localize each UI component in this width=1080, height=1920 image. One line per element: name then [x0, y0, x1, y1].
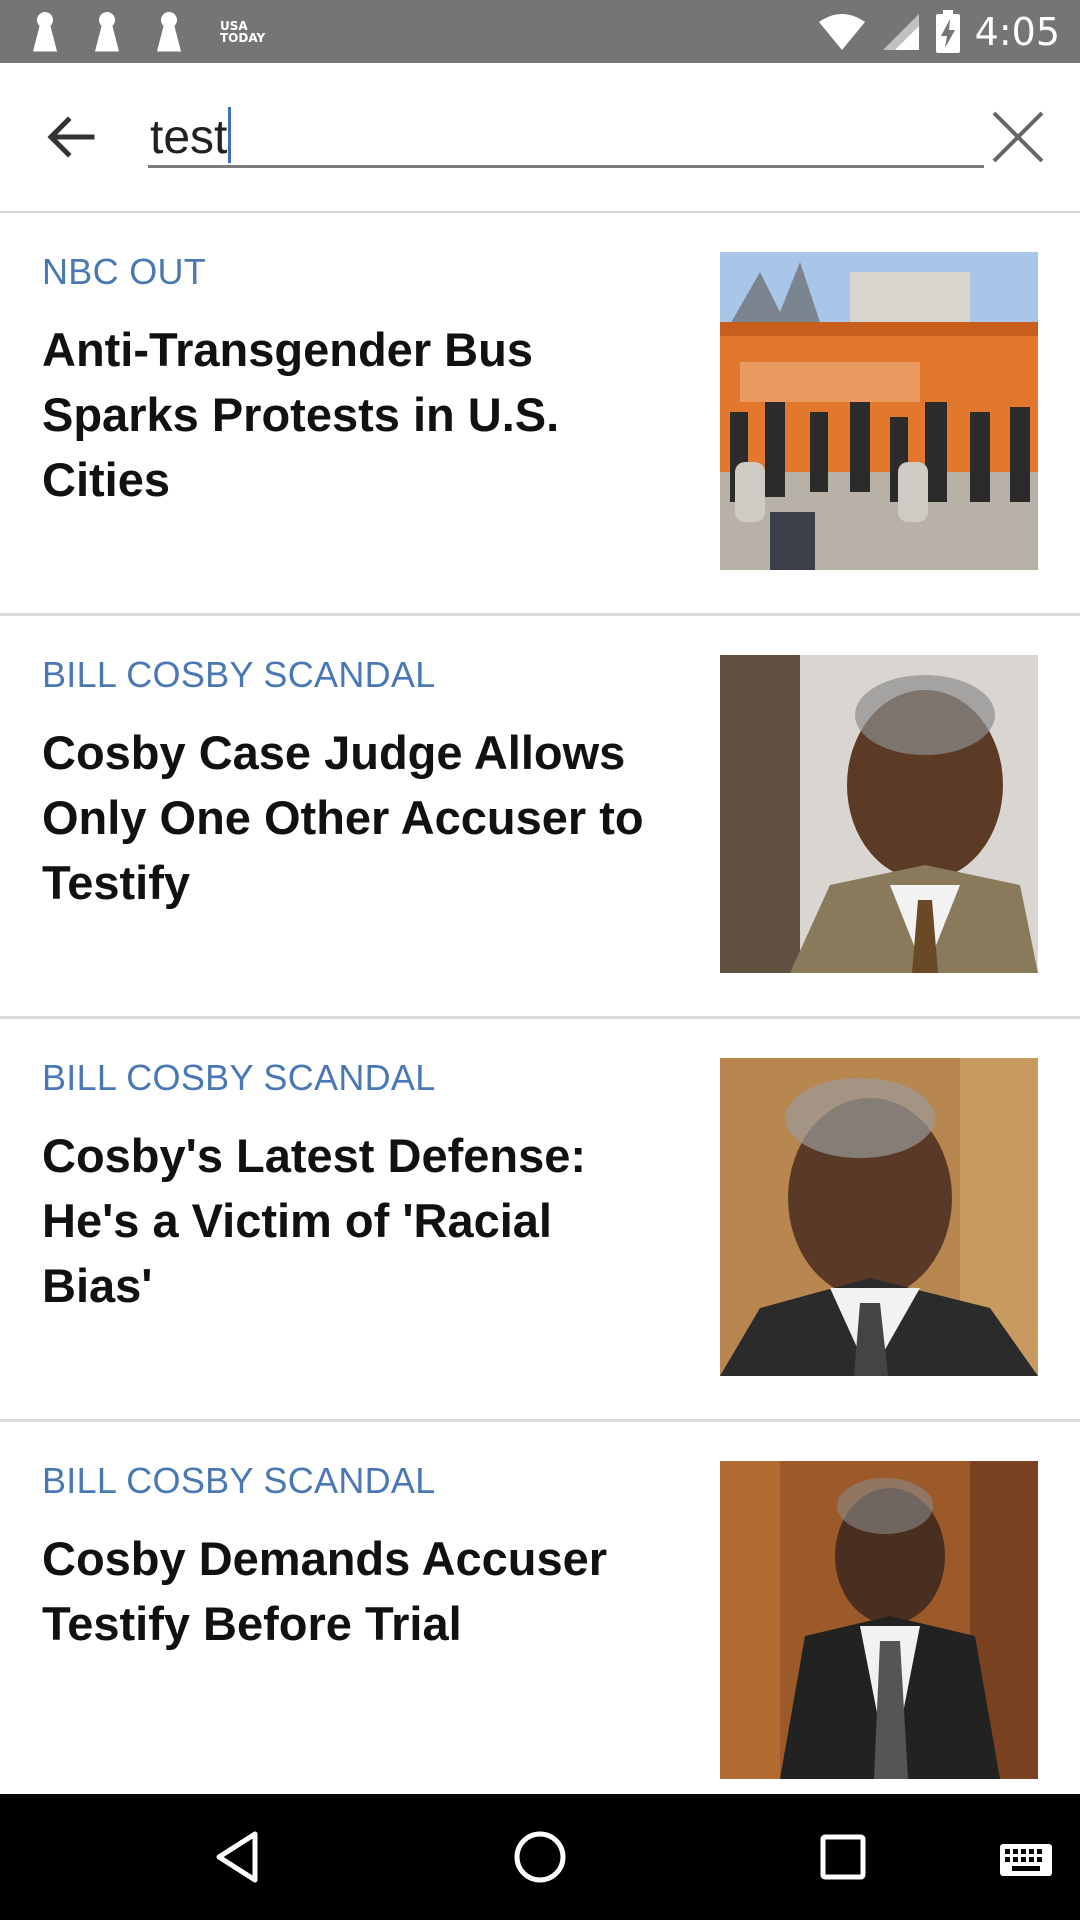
keyboard-icon — [1000, 1844, 1052, 1876]
keyboard-switch-button[interactable] — [998, 1824, 1054, 1890]
notification-pin-icon — [154, 10, 184, 54]
notification-pin-icon — [30, 10, 60, 54]
close-icon — [992, 111, 1044, 163]
article-thumbnail — [720, 655, 1038, 973]
back-button[interactable] — [40, 107, 100, 167]
article-thumbnail — [720, 252, 1038, 570]
article-category: BILL COSBY SCANDAL — [42, 1460, 436, 1501]
recents-square-icon — [820, 1834, 866, 1880]
back-triangle-icon — [216, 1831, 258, 1883]
search-header: test — [0, 63, 1080, 213]
article-headline: Anti-Transgender Bus Sparks Protests in … — [42, 323, 560, 506]
article-thumbnail — [720, 1461, 1038, 1779]
notification-pin-icon — [92, 10, 122, 54]
article-thumbnail — [720, 1058, 1038, 1376]
article-category: NBC OUT — [42, 251, 207, 292]
search-query-text: test — [150, 111, 228, 164]
article-category: BILL COSBY SCANDAL — [42, 654, 436, 695]
home-circle-icon — [514, 1831, 566, 1883]
search-input-value: test — [150, 107, 232, 165]
system-nav-bar — [0, 1794, 1080, 1920]
signal-icon — [882, 13, 919, 50]
nav-back-button[interactable] — [205, 1824, 271, 1890]
text-caret — [228, 107, 232, 163]
status-bar-right: 4:05 — [817, 0, 1060, 63]
article-card[interactable]: NBC OUT Anti-Transgender Bus Sparks Prot… — [0, 213, 1080, 616]
wifi-icon — [818, 13, 865, 50]
usa-today-logo-line1: USA — [220, 18, 248, 33]
status-bar-left: USA TODAY — [30, 0, 265, 63]
article-headline: Cosby's Latest Defense: He's a Victim of… — [42, 1129, 587, 1312]
article-card[interactable]: BILL COSBY SCANDAL Cosby Demands Accuser… — [0, 1422, 1080, 1825]
status-time: 4:05 — [974, 9, 1060, 54]
article-headline: Cosby Case Judge Allows Only One Other A… — [42, 726, 644, 909]
clear-search-button[interactable] — [986, 105, 1050, 169]
nav-home-button[interactable] — [507, 1824, 573, 1890]
battery-charging-icon — [935, 9, 960, 53]
arrow-left-icon — [47, 116, 95, 158]
usa-today-logo-line2: TODAY — [220, 30, 266, 45]
article-headline: Cosby Demands Accuser Testify Before Tri… — [42, 1532, 608, 1650]
search-input[interactable] — [148, 93, 984, 168]
article-card[interactable]: BILL COSBY SCANDAL Cosby Case Judge Allo… — [0, 616, 1080, 1019]
usa-today-logo: USA TODAY — [220, 20, 265, 44]
search-results-list: NBC OUT Anti-Transgender Bus Sparks Prot… — [0, 213, 1080, 1825]
status-bar: USA TODAY 4:05 — [0, 0, 1080, 63]
article-category: BILL COSBY SCANDAL — [42, 1057, 436, 1098]
nav-recents-button[interactable] — [810, 1824, 876, 1890]
article-card[interactable]: BILL COSBY SCANDAL Cosby's Latest Defens… — [0, 1019, 1080, 1422]
